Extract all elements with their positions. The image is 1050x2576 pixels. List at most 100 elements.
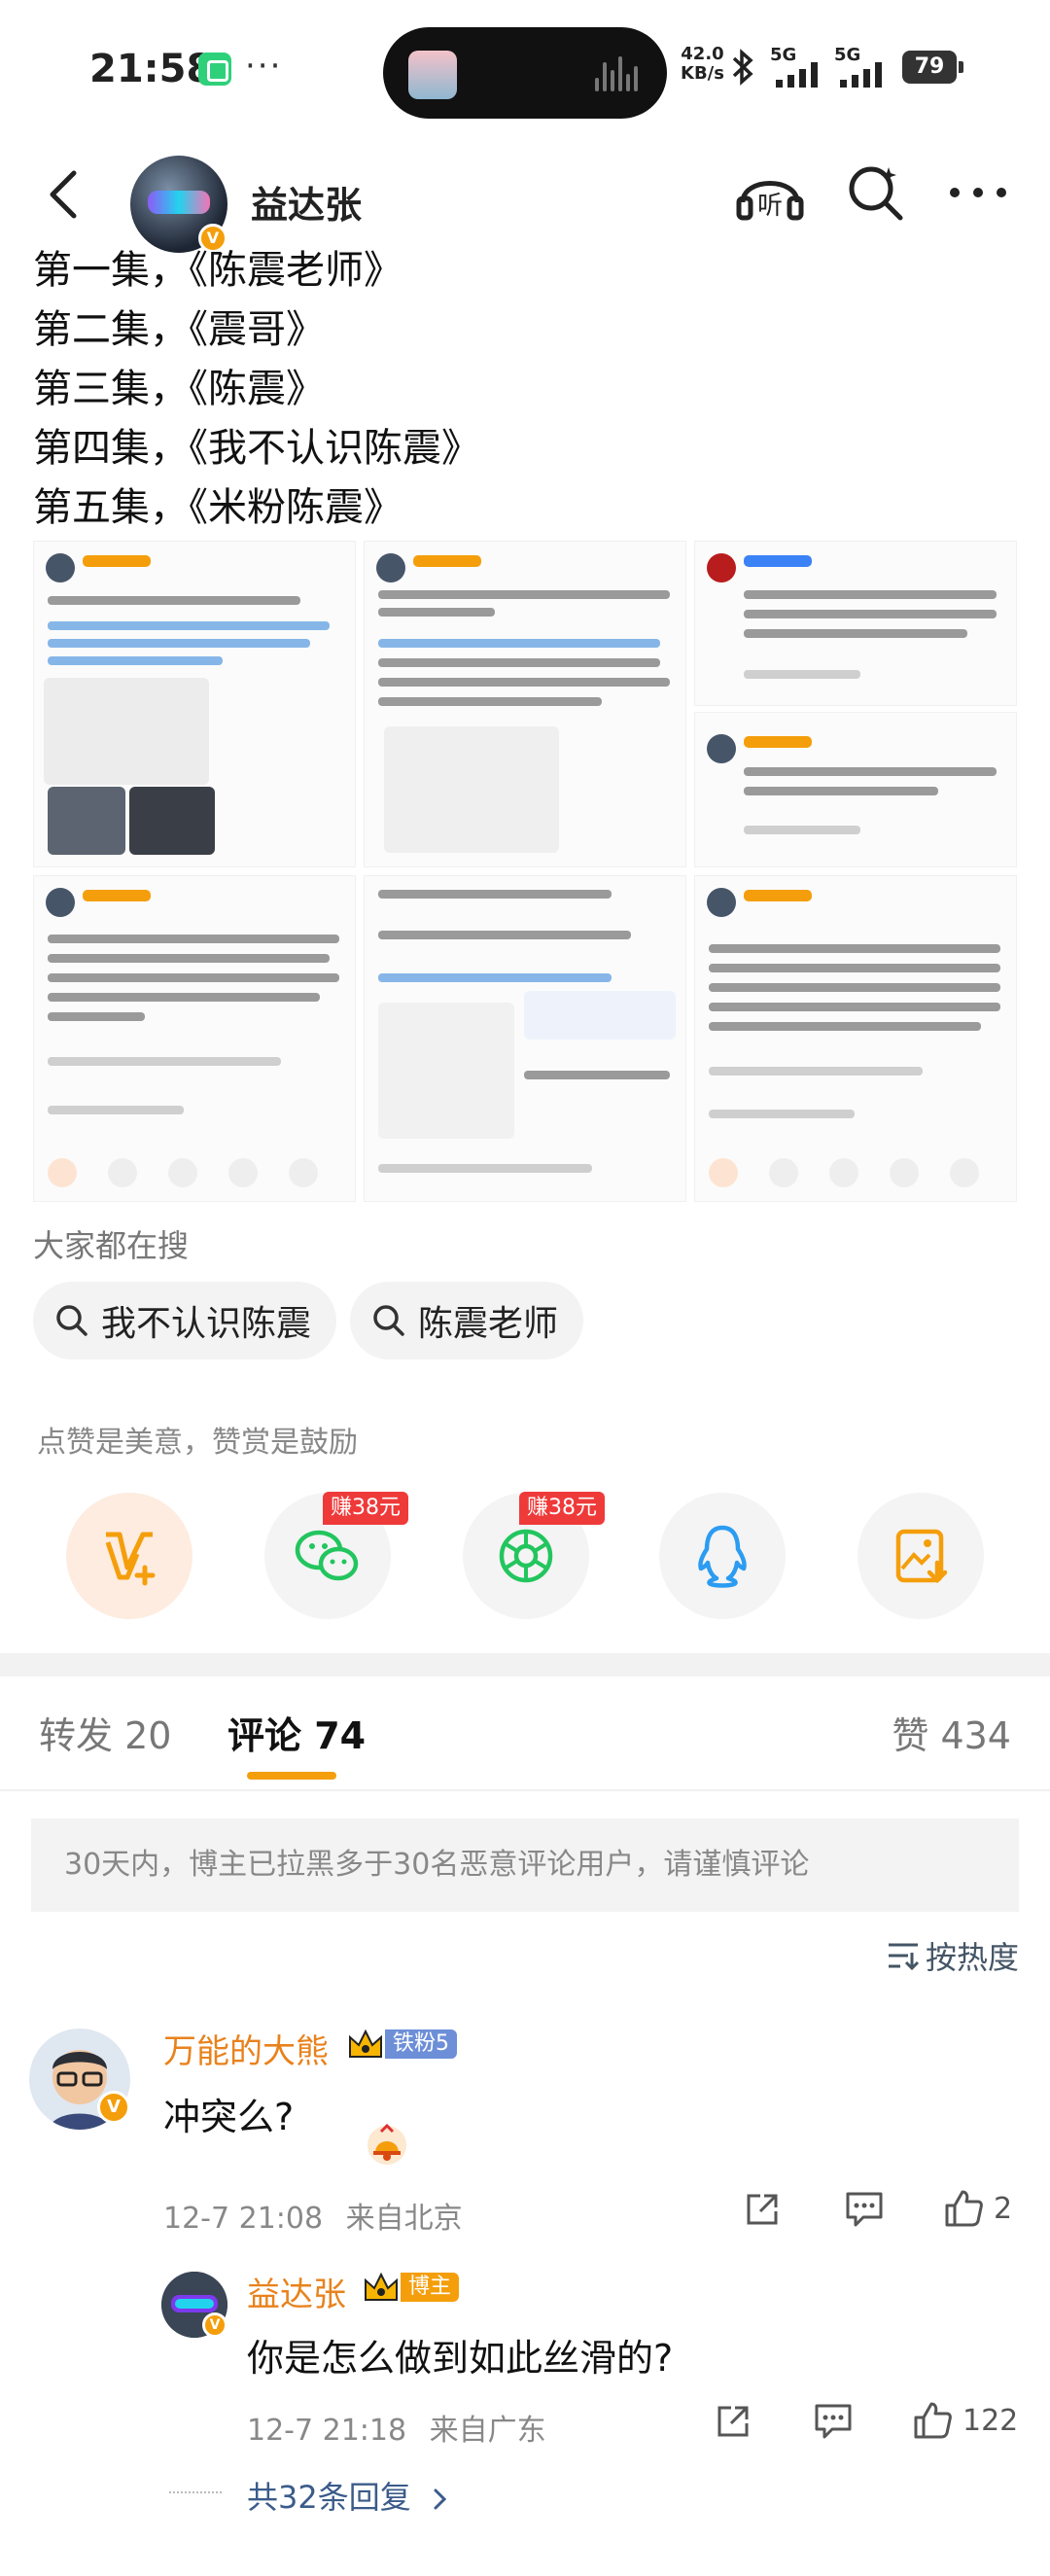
comment-bubble-icon <box>846 2192 883 2227</box>
like-count: 122 <box>962 2403 1019 2438</box>
share-icon <box>747 2194 778 2225</box>
share-icon <box>718 2406 749 2437</box>
episode-line: 第三集，《陈震》 <box>33 367 325 411</box>
app-notification-icon <box>198 53 231 86</box>
comment-reply-button[interactable] <box>844 2190 885 2229</box>
search-icon <box>56 1305 88 1336</box>
audio-wave-icon <box>595 56 638 91</box>
reply-like-button[interactable]: 122 <box>912 2400 1018 2441</box>
search-section-title: 大家都在搜 <box>33 1227 190 1264</box>
image-thumbnail-1[interactable] <box>33 541 356 867</box>
weibo-reward-icon <box>105 1532 156 1586</box>
view-all-replies-link[interactable]: 共32条回复 <box>247 2473 450 2518</box>
clock: 21:58 <box>89 47 214 91</box>
network-speed-unit: KB/s <box>681 63 724 84</box>
signal-icon-2: 5G <box>834 45 894 88</box>
search-chip[interactable]: 陈震老师 <box>350 1282 584 1359</box>
comment-bubble-icon <box>815 2404 852 2439</box>
wechat-icon <box>295 1530 359 1581</box>
bell-sticker-icon <box>368 2123 406 2165</box>
image-thumbnail-5[interactable] <box>33 875 356 1202</box>
comment-meta: 12-7 21:08 来自北京 <box>163 2194 463 2237</box>
fan-tag: 铁粉5 <box>385 2029 457 2059</box>
episode-line: 第四集，《我不认识陈震》 <box>33 426 480 471</box>
image-thumbnail-2[interactable] <box>364 541 686 867</box>
like-count: 2 <box>994 2191 1013 2226</box>
comment-share-button[interactable] <box>743 2190 782 2229</box>
tab-reposts[interactable]: 转发 20 <box>39 1706 171 1759</box>
battery-icon: 79 <box>902 51 963 84</box>
active-tab-indicator <box>247 1772 336 1780</box>
signal-icon-1: 5G <box>770 45 830 88</box>
more-options-button[interactable] <box>939 154 1017 231</box>
reply-meta: 12-7 21:18 来自广东 <box>247 2406 546 2449</box>
reply-share-button[interactable] <box>714 2402 752 2441</box>
reply-thread-line <box>169 2491 222 2493</box>
fan-level-badge: 铁粉5 <box>346 2028 457 2061</box>
image-thumbnail-4[interactable] <box>694 712 1017 867</box>
comment-time: 12-7 21:08 <box>163 2202 324 2236</box>
reply-author-name[interactable]: 益达张 <box>247 2268 346 2315</box>
sort-label: 按热度 <box>925 1939 1019 1976</box>
search-chip-label: 我不认识陈震 <box>101 1304 312 1344</box>
save-image-button[interactable] <box>858 1493 984 1619</box>
reward-button[interactable] <box>66 1493 192 1619</box>
tab-likes[interactable]: 赞 434 <box>892 1706 1011 1759</box>
comment-text: 冲突么? <box>163 2096 295 2138</box>
reply-time: 12-7 21:18 <box>247 2414 407 2448</box>
search-icon <box>373 1305 404 1336</box>
reply-text: 你是怎么做到如此丝滑的? <box>247 2337 674 2380</box>
verified-badge-icon: V <box>97 2091 130 2124</box>
more-dots-icon <box>950 188 1006 197</box>
verified-badge-icon: V <box>202 2312 228 2338</box>
section-divider <box>0 1653 1050 1676</box>
dynamic-island[interactable] <box>383 27 667 119</box>
more-replies-label: 共32条回复 <box>247 2479 411 2516</box>
image-thumbnail-3[interactable] <box>694 541 1017 706</box>
crown-icon <box>349 2029 382 2058</box>
reply-comment-button[interactable] <box>813 2402 854 2441</box>
author-name[interactable]: 益达张 <box>251 175 362 229</box>
crown-icon <box>365 2272 398 2301</box>
image-thumbnail-6[interactable] <box>364 875 686 1202</box>
svg-text:听: 听 <box>757 192 783 221</box>
chevron-right-icon <box>434 2488 447 2510</box>
earn-badge: 赚38元 <box>519 1492 605 1525</box>
listen-button[interactable]: 听 <box>731 154 809 231</box>
avatar-visor <box>148 191 210 214</box>
commenter-name[interactable]: 万能的大熊 <box>163 2025 329 2072</box>
image-thumbnail-7[interactable] <box>694 875 1017 1202</box>
blogger-badge: 博主 <box>362 2271 460 2304</box>
sort-icon <box>888 1943 920 1970</box>
reward-caption: 点赞是美意，赞赏是鼓励 <box>37 1426 358 1460</box>
thumbs-up-icon <box>914 2402 952 2439</box>
moments-shutter-icon <box>499 1529 553 1583</box>
comment-like-button[interactable]: 2 <box>943 2188 1012 2229</box>
share-qq-button[interactable] <box>659 1493 786 1619</box>
save-image-icon <box>895 1529 948 1584</box>
network-speed: 42.0 KB/s <box>681 45 724 84</box>
tab-comments[interactable]: 评论 74 <box>228 1706 366 1759</box>
back-button[interactable] <box>25 156 103 233</box>
bluetooth-icon <box>731 49 754 94</box>
search-button[interactable] <box>836 154 914 231</box>
comment-notice: 30天内，博主已拉黑多于30名恶意评论用户，请谨慎评论 <box>31 1818 1019 1912</box>
comment-location: 来自北京 <box>345 2202 463 2236</box>
sort-button[interactable]: 按热度 <box>887 1933 1019 1978</box>
episode-line: 第一集，《陈震老师》 <box>33 248 402 293</box>
thumbs-up-icon <box>945 2190 983 2227</box>
network-speed-value: 42.0 <box>681 44 724 64</box>
earn-badge: 赚38元 <box>323 1492 408 1525</box>
post-text: 第一集，《陈震老师》 第二集，《震哥》 第三集，《陈震》 第四集，《我不认识陈震… <box>33 241 480 538</box>
media-thumbnail <box>408 51 457 99</box>
search-chip[interactable]: 我不认识陈震 <box>33 1282 337 1359</box>
reply-location: 来自广东 <box>429 2414 546 2448</box>
top-bar: V 益达张 听 <box>0 146 1050 253</box>
image-grid <box>33 541 1017 1202</box>
qq-penguin-icon <box>698 1525 747 1588</box>
search-chip-label: 陈震老师 <box>418 1304 559 1344</box>
episode-line: 第五集，《米粉陈震》 <box>33 485 402 530</box>
search-icon <box>849 166 903 221</box>
tab-divider <box>0 1789 1050 1791</box>
headphones-icon: 听 <box>736 181 804 221</box>
